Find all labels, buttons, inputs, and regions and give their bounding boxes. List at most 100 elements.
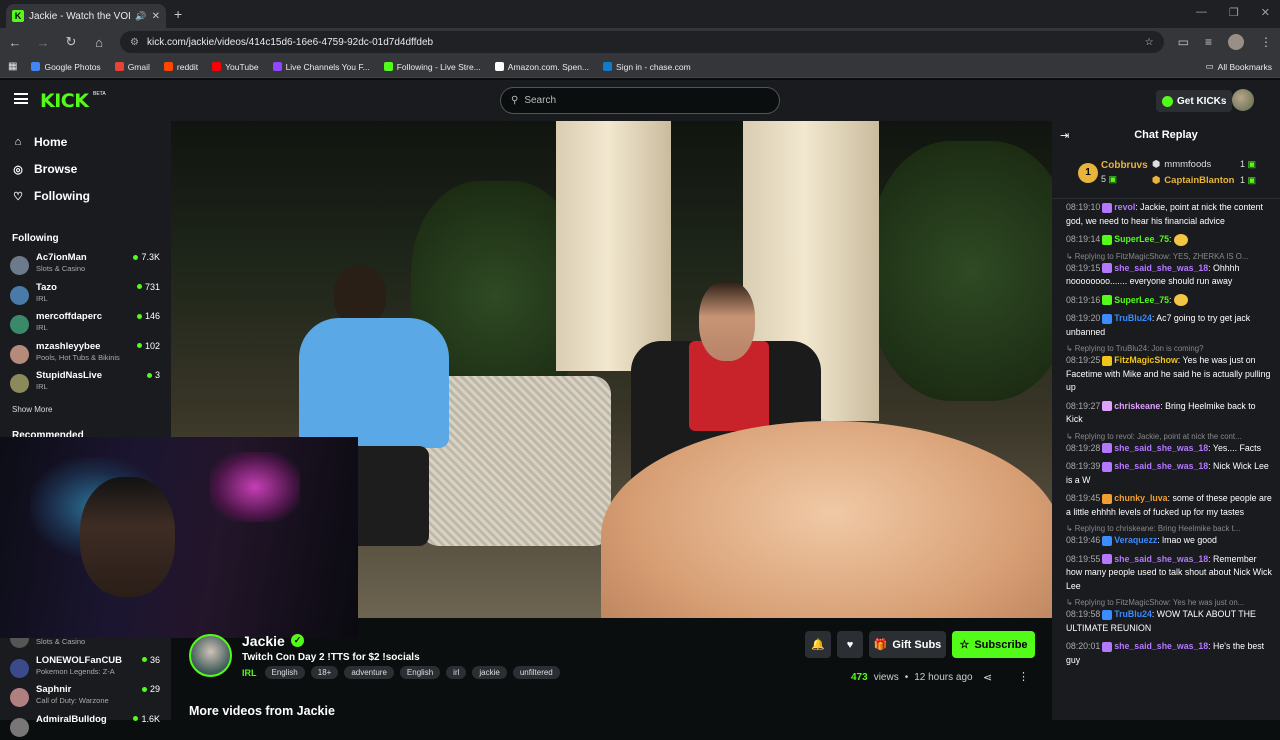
- channel-item[interactable]: AdmiralBulldog 1.6K: [10, 714, 160, 740]
- emote-icon: [1173, 233, 1188, 246]
- reply-context[interactable]: ↳ Replying to revol: Jackie, point at ni…: [1066, 432, 1274, 441]
- chat-username[interactable]: she_said_she_was_18: [1114, 554, 1208, 564]
- leader-third[interactable]: ⬢ CaptainBlanton: [1152, 175, 1235, 186]
- bookmark-item[interactable]: Sign in - chase.com: [603, 62, 691, 72]
- cast-icon[interactable]: ▭: [1178, 35, 1189, 49]
- bookmark-item[interactable]: Google Photos: [31, 61, 101, 72]
- chat-username[interactable]: SuperLee_75: [1114, 234, 1169, 244]
- category-link[interactable]: IRL: [242, 668, 257, 678]
- view-stats: 473 views • 12 hours ago: [851, 672, 973, 683]
- time-ago: 12 hours ago: [914, 672, 973, 683]
- channel-item[interactable]: mzashleyybee Pools, Hot Tubs & Bikinis 102: [10, 341, 160, 367]
- sidebar-item-home[interactable]: ⌂ Home: [12, 135, 68, 149]
- chat-username[interactable]: TruBlu24: [1114, 313, 1152, 323]
- sidebar-item-label: Following: [34, 189, 90, 203]
- close-tab-icon[interactable]: ✕: [152, 11, 160, 22]
- separator-dot: •: [904, 672, 909, 683]
- chat-username[interactable]: chriskeane: [1114, 401, 1160, 411]
- reply-icon: ↳: [1066, 344, 1075, 353]
- channel-item[interactable]: mercoffdaperc IRL 146: [10, 311, 160, 337]
- streamer-avatar[interactable]: [189, 634, 232, 677]
- show-more-link[interactable]: Show More: [12, 405, 52, 414]
- bookmark-item[interactable]: Gmail: [114, 62, 150, 72]
- tag[interactable]: jackie: [472, 666, 507, 679]
- viewer-count: 1.6K: [133, 714, 160, 724]
- minimize-icon[interactable]: —: [1196, 6, 1207, 19]
- channel-item[interactable]: Ac7ionMan Slots & Casino 7.3K: [10, 252, 160, 278]
- reply-context[interactable]: ↳ Replying to FitzMagicShow: Yes he was …: [1066, 598, 1274, 607]
- reply-icon: ↳: [1066, 598, 1075, 607]
- chat-username[interactable]: TruBlu24: [1114, 609, 1152, 619]
- webcam-person: [80, 477, 175, 597]
- speaker-icon[interactable]: 🔊: [135, 11, 146, 22]
- tag[interactable]: irl: [446, 666, 467, 679]
- channel-item[interactable]: Tazo IRL 731: [10, 282, 160, 308]
- home-browser-icon[interactable]: ⌂: [92, 35, 106, 50]
- tag[interactable]: adventure: [344, 666, 394, 679]
- reply-context[interactable]: ↳ Replying to FitzMagicShow: YES, ZHERKA…: [1066, 252, 1274, 261]
- profile-avatar[interactable]: [1228, 34, 1244, 50]
- chat-username[interactable]: Veraquezz: [1114, 535, 1157, 545]
- notification-button[interactable]: 🔔: [805, 631, 831, 658]
- channel-category: Slots & Casino: [36, 264, 86, 273]
- user-badge-icon: [1102, 535, 1113, 546]
- media-icon[interactable]: ≡: [1205, 35, 1212, 49]
- bookmark-favicon-icon: [212, 62, 222, 71]
- search-input[interactable]: ⚲ Search: [500, 87, 780, 114]
- leader-second[interactable]: ⬢ mmmfoods: [1152, 159, 1211, 170]
- tag[interactable]: English: [264, 666, 305, 679]
- forward-icon[interactable]: →: [36, 35, 50, 50]
- url-bar[interactable]: ⚙ kick.com/jackie/videos/414c15d6-16e6-4…: [120, 31, 1164, 53]
- site-info-icon[interactable]: ⚙: [130, 37, 139, 48]
- gift-subs-button[interactable]: 🎁 Gift Subs: [869, 631, 946, 658]
- hamburger-menu-icon[interactable]: [14, 93, 28, 104]
- channel-item[interactable]: StupidNasLive IRL 3: [10, 370, 160, 396]
- follow-button[interactable]: ♥: [837, 631, 863, 658]
- menu-icon[interactable]: ⋮: [1260, 35, 1272, 49]
- reply-context[interactable]: ↳ Replying to TruBlu24: Jon is coming?: [1066, 344, 1274, 353]
- tag[interactable]: English: [399, 666, 441, 679]
- user-avatar[interactable]: [1232, 89, 1254, 111]
- subscribe-button[interactable]: ☆ Subscribe: [952, 631, 1035, 658]
- streamer-name[interactable]: Jackie: [242, 633, 285, 649]
- kick-logo[interactable]: KICK: [40, 90, 89, 112]
- chat-username[interactable]: she_said_she_was_18: [1114, 263, 1208, 273]
- new-tab-button[interactable]: +: [174, 6, 182, 22]
- tag[interactable]: 18+: [310, 666, 339, 679]
- back-icon[interactable]: ←: [8, 35, 22, 50]
- close-window-icon[interactable]: ✕: [1261, 6, 1270, 19]
- share-icon[interactable]: ⋖: [983, 671, 992, 684]
- channel-item[interactable]: Saphnir Call of Duty: Warzone 29: [10, 684, 160, 710]
- all-bookmarks[interactable]: ▭ All Bookmarks: [1206, 61, 1272, 72]
- chat-username[interactable]: she_said_she_was_18: [1114, 641, 1208, 651]
- stream-title: Twitch Con Day 2 !TTS for $2 !socials: [242, 652, 420, 663]
- bookmark-star-icon[interactable]: ☆: [1145, 37, 1154, 48]
- reply-icon: ↳: [1066, 251, 1075, 261]
- bookmark-label: Google Photos: [44, 61, 101, 72]
- sidebar-item-following[interactable]: ♡ Following: [12, 189, 90, 203]
- channel-item[interactable]: LONEWOLFanCUB Pokemon Legends: Z-A 36: [10, 655, 160, 681]
- chat-username[interactable]: she_said_she_was_18: [1114, 461, 1208, 471]
- more-options-icon[interactable]: ⋮: [1018, 670, 1029, 683]
- chat-username[interactable]: she_said_she_was_18: [1114, 443, 1208, 453]
- restore-icon[interactable]: ❐: [1229, 6, 1239, 19]
- get-kicks-button[interactable]: Get KICKs: [1156, 90, 1233, 112]
- bookmark-item[interactable]: YouTube: [212, 62, 259, 72]
- bookmark-item[interactable]: Live Channels You F...: [272, 62, 370, 72]
- chat-username[interactable]: chunky_luva: [1114, 493, 1167, 503]
- bookmark-item[interactable]: Amazon.com. Spen...: [494, 62, 589, 72]
- leader-first-name[interactable]: Cobbruvs: [1101, 160, 1148, 171]
- reply-context[interactable]: ↳ Replying to chriskeane: Bring Heelmike…: [1066, 524, 1274, 533]
- chat-username[interactable]: revol: [1114, 202, 1135, 212]
- bookmark-item[interactable]: Following - Live Stre...: [383, 62, 481, 72]
- browser-tab[interactable]: K Jackie - Watch the VOD on 🔊 ✕: [6, 4, 166, 28]
- reload-icon[interactable]: ↻: [64, 34, 78, 50]
- chat-username[interactable]: FitzMagicShow: [1114, 355, 1178, 365]
- sidebar-item-browse[interactable]: ◎ Browse: [12, 162, 77, 176]
- heart-icon: ♥: [846, 638, 854, 651]
- apps-grid-icon[interactable]: ▦: [8, 61, 17, 72]
- chat-username[interactable]: SuperLee_75: [1114, 295, 1169, 305]
- gift-icon: ▣: [1108, 174, 1118, 184]
- tag[interactable]: unfiltered: [512, 666, 560, 679]
- bookmark-item[interactable]: reddit: [163, 62, 198, 72]
